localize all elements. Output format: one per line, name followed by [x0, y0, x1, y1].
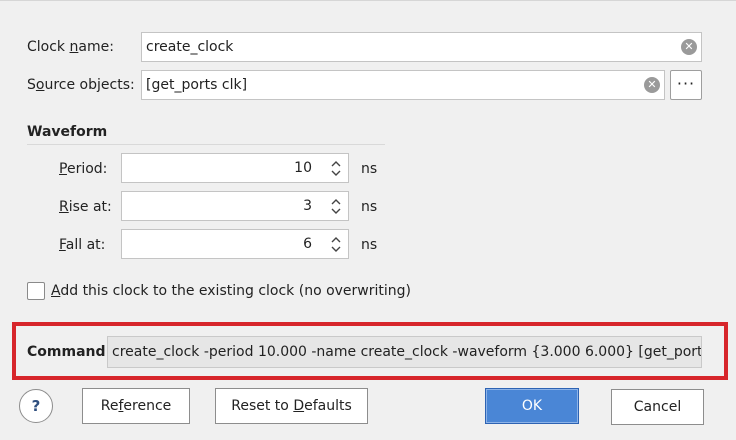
ok-button[interactable]: OK — [485, 388, 579, 424]
command-label: Command: — [27, 344, 112, 360]
waveform-separator — [27, 144, 385, 145]
fall-spinner[interactable]: 6 — [121, 229, 349, 259]
rise-unit: ns — [361, 199, 378, 215]
add-clock-label[interactable]: Add this clock to the existing clock (no… — [51, 281, 411, 301]
period-unit: ns — [361, 161, 378, 177]
period-label: Period: — [59, 161, 108, 177]
fall-label: Fall at: — [59, 237, 106, 253]
reset-to-defaults-button[interactable]: Reset to Defaults — [215, 388, 368, 424]
spinner-arrows-icon[interactable] — [324, 154, 348, 182]
rise-value: 3 — [303, 198, 312, 214]
source-objects-value: [get_ports clk] — [146, 77, 248, 93]
spinner-arrows-icon[interactable] — [324, 192, 348, 220]
spinner-arrows-icon[interactable] — [324, 230, 348, 258]
cancel-button[interactable]: Cancel — [611, 389, 704, 425]
period-spinner[interactable]: 10 — [121, 153, 349, 183]
clock-name-label: Clock name: — [27, 39, 114, 55]
waveform-title: Waveform — [27, 124, 108, 140]
help-icon: ? — [31, 397, 41, 415]
help-button[interactable]: ? — [19, 389, 53, 423]
window-top-border — [0, 0, 736, 1]
fall-unit: ns — [361, 237, 378, 253]
reference-button[interactable]: Reference — [82, 388, 190, 424]
clear-icon[interactable]: ✕ — [644, 77, 660, 93]
clock-name-field[interactable]: create_clock ✕ — [141, 32, 702, 62]
browse-objects-button[interactable]: ··· — [670, 70, 702, 100]
add-clock-checkbox[interactable] — [27, 282, 45, 300]
rise-spinner[interactable]: 3 — [121, 191, 349, 221]
source-objects-label: Source objects: — [27, 77, 135, 93]
clear-icon[interactable]: ✕ — [681, 39, 697, 55]
fall-value: 6 — [303, 236, 312, 252]
rise-label: Rise at: — [59, 199, 112, 215]
clock-name-value: create_clock — [146, 39, 234, 55]
source-objects-field[interactable]: [get_ports clk] ✕ — [141, 70, 665, 100]
period-value: 10 — [294, 160, 312, 176]
command-text: create_clock -period 10.000 -name create… — [107, 336, 702, 368]
